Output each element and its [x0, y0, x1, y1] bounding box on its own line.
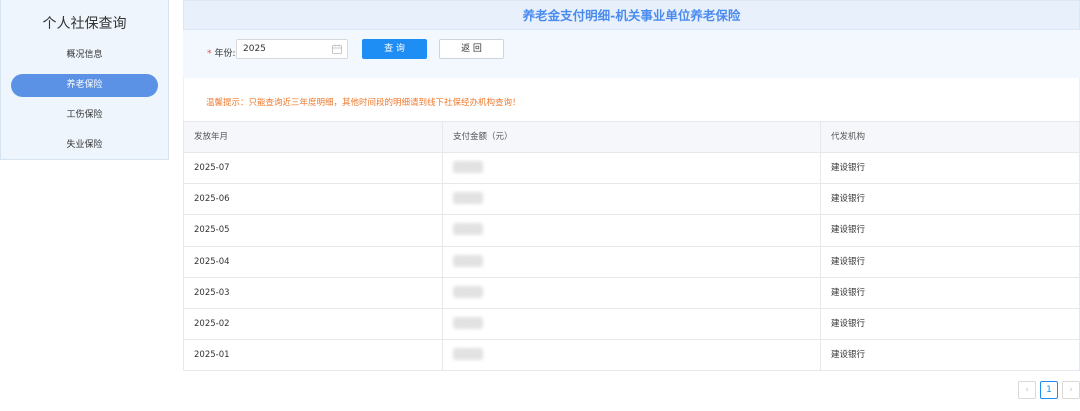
row-month: 2025-01	[184, 340, 443, 371]
row-month: 2025-05	[184, 215, 443, 246]
row-amount	[443, 277, 821, 308]
redacted-amount	[453, 254, 483, 267]
row-bank: 建设银行	[831, 350, 866, 361]
row-bank: 建设银行	[831, 256, 866, 267]
year-label: * 年份:	[207, 43, 236, 65]
row-amount	[443, 153, 821, 184]
table-row: 2025-03 建设银行	[184, 277, 1079, 309]
notice-area: 温馨提示：只能查询近三年度明细，其他时间段的明细请到线下社保经办机构查询！	[183, 78, 1080, 121]
page-number-current[interactable]: 1	[1040, 381, 1058, 399]
redacted-amount	[453, 285, 483, 298]
row-amount	[443, 215, 821, 246]
row-amount	[443, 340, 821, 371]
filter-bar: * 年份: 2025 查 询 返 回	[183, 30, 1080, 78]
calendar-icon	[332, 44, 342, 54]
year-label-text: 年份:	[214, 49, 236, 59]
back-button[interactable]: 返 回	[439, 39, 504, 59]
redacted-amount	[453, 192, 483, 205]
year-input-value: 2025	[243, 44, 266, 54]
column-header-month: 发放年月	[184, 122, 443, 152]
row-month: 2025-04	[184, 246, 443, 277]
row-bank: 建设银行	[831, 225, 866, 236]
required-mark: *	[207, 49, 212, 59]
column-header-amount: 支付金额（元）	[443, 122, 821, 152]
next-page-button[interactable]: ›	[1062, 381, 1080, 399]
row-bank: 建设银行	[831, 287, 866, 298]
sidebar-title: 个人社保查询	[42, 16, 127, 32]
notice-text: 温馨提示：只能查询近三年度明细，其他时间段的明细请到线下社保经办机构查询！	[206, 98, 521, 108]
prev-page-button[interactable]: ‹	[1018, 381, 1036, 399]
row-amount	[443, 246, 821, 277]
redacted-amount	[453, 161, 483, 173]
row-amount	[443, 184, 821, 215]
main-content: 养老金支付明细-机关事业单位养老保险 * 年份: 2025 查 询 返 回 温馨提…	[183, 0, 1080, 411]
sidebar-menu: 概况信息 养老保险 工伤保险 失业保险	[1, 44, 168, 157]
redacted-amount	[453, 223, 483, 236]
page-title: 养老金支付明细-机关事业单位养老保险	[183, 0, 1080, 30]
pagination: ‹ 1 ›	[1018, 381, 1080, 399]
table-row: 2025-06 建设银行	[184, 184, 1079, 216]
query-button[interactable]: 查 询	[362, 39, 427, 59]
redacted-amount	[453, 348, 483, 361]
row-month: 2025-02	[184, 308, 443, 340]
sidebar-item-injury[interactable]: 工伤保险	[11, 104, 158, 127]
row-bank: 建设银行	[831, 163, 866, 173]
sidebar-item-unemployment[interactable]: 失业保险	[11, 134, 158, 157]
table-header: 发放年月 支付金额（元） 代发机构	[184, 122, 1079, 153]
column-header-bank: 代发机构	[831, 132, 866, 142]
table-row: 2025-07 建设银行	[184, 153, 1079, 185]
row-bank: 建设银行	[831, 194, 866, 205]
table-row: 2025-05 建设银行	[184, 215, 1079, 247]
row-month: 2025-03	[184, 277, 443, 308]
row-month: 2025-07	[184, 153, 443, 184]
sidebar-item-overview[interactable]: 概况信息	[11, 44, 158, 67]
redacted-amount	[453, 316, 483, 329]
table-row: 2025-04 建设银行	[184, 246, 1079, 278]
table-row: 2025-01 建设银行	[184, 340, 1079, 372]
sidebar: 个人社保查询 概况信息 养老保险 工伤保险 失业保险	[0, 0, 169, 160]
sidebar-item-pension[interactable]: 养老保险	[11, 74, 158, 97]
row-month: 2025-06	[184, 184, 443, 215]
table-row: 2025-02 建设银行	[184, 308, 1079, 341]
row-amount	[443, 308, 821, 340]
row-bank: 建设银行	[831, 318, 866, 329]
year-input[interactable]: 2025	[236, 39, 348, 59]
payment-table: 发放年月 支付金额（元） 代发机构 2025-07 建设银行 2025-06 建…	[183, 121, 1080, 372]
